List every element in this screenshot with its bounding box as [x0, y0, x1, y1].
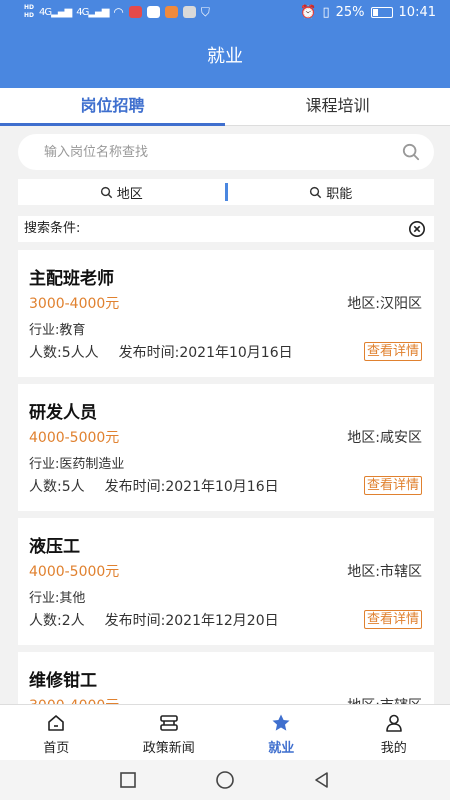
job-industry: 行业:教育 — [29, 323, 86, 338]
job-card[interactable]: 主配班老师 3000-4000元 地区:汉阳区 行业:教育 人数:5人人 发布时… — [18, 250, 434, 377]
vibrate-icon: ▯ — [322, 5, 330, 20]
job-title: 研发人员 — [29, 403, 97, 423]
app-notification-icon — [128, 6, 142, 18]
clock: 10:41 — [398, 5, 436, 20]
nav-employment-label: 就业 — [268, 741, 295, 756]
job-industry: 行业:医药制造业 — [29, 457, 125, 472]
job-posted-date: 发布时间:2021年12月20日 — [104, 613, 279, 629]
job-salary: 4000-5000元 — [29, 430, 120, 446]
search-bar — [18, 134, 434, 170]
nav-policy-news[interactable]: 政策新闻 — [113, 705, 226, 760]
job-headcount: 人数:2人 — [29, 613, 85, 629]
battery-percent: 25% — [335, 5, 365, 20]
search-conditions-label: 搜索条件: — [24, 221, 81, 236]
job-headcount: 人数:5人人 — [29, 345, 99, 361]
battery-icon — [370, 7, 393, 18]
nav-profile-label: 我的 — [380, 741, 407, 756]
job-headcount: 人数:5人 — [29, 479, 85, 495]
nav-home-label: 首页 — [43, 741, 70, 756]
search-icon — [310, 186, 322, 198]
view-details-button[interactable]: 查看详情 — [363, 476, 422, 495]
search-icon — [100, 186, 112, 198]
job-title: 主配班老师 — [29, 269, 114, 289]
job-area: 地区:市辖区 — [347, 564, 422, 580]
job-area: 地区:咸安区 — [347, 430, 422, 446]
job-title: 液压工 — [29, 537, 80, 557]
region-filter-label: 地区 — [116, 186, 143, 202]
job-posted-date: 发布时间:2021年10月16日 — [118, 345, 293, 361]
job-title: 维修钳工 — [29, 671, 97, 691]
tab-course-training[interactable]: 课程培训 — [225, 88, 450, 125]
function-filter-label: 职能 — [326, 186, 353, 202]
nav-home[interactable]: 首页 — [0, 705, 113, 760]
recent-apps-icon[interactable] — [118, 770, 138, 790]
status-bar: HD HD 4G▂▄▆ 4G▂▄▆ ◠ ⛉ ⏰ ▯ 25% 10:41 — [0, 0, 450, 28]
view-details-button[interactable]: 查看详情 — [363, 610, 422, 629]
job-posted-date: 发布时间:2021年10月16日 — [104, 479, 279, 495]
job-list: 主配班老师 3000-4000元 地区:汉阳区 行业:教育 人数:5人人 发布时… — [18, 250, 434, 704]
hd-indicator: HD HD — [24, 4, 35, 19]
job-card[interactable]: 维修钳工 3000-4000元 地区:市辖区 — [18, 652, 434, 704]
bottom-nav: 首页 政策新闻 就业 我的 — [0, 704, 450, 760]
nav-employment[interactable]: 就业 — [225, 705, 338, 760]
job-area: 地区:汉阳区 — [347, 296, 422, 312]
home-button-icon[interactable] — [215, 770, 235, 790]
shop-notification-icon — [164, 6, 178, 18]
page-title: 就业 — [0, 28, 450, 88]
signal-icon: 4G▂▄▆ — [39, 6, 72, 18]
job-salary: 3000-4000元 — [29, 296, 120, 312]
job-area: 地区:市辖区 — [347, 695, 422, 704]
nav-policy-news-label: 政策新闻 — [142, 741, 195, 756]
job-salary: 3000-4000元 — [29, 695, 119, 704]
search-icon[interactable] — [402, 143, 420, 161]
star-icon — [272, 714, 290, 731]
search-conditions: 搜索条件: — [18, 216, 434, 242]
nav-profile[interactable]: 我的 — [338, 705, 450, 760]
view-details-button[interactable]: 查看详情 — [363, 342, 422, 361]
alarm-icon: ⏰ — [300, 5, 317, 20]
back-icon[interactable] — [312, 770, 332, 790]
job-industry: 行业:其他 — [29, 591, 86, 606]
job-card[interactable]: 研发人员 4000-5000元 地区:咸安区 行业:医药制造业 人数:5人 发布… — [18, 384, 434, 511]
function-filter[interactable]: 职能 — [228, 183, 435, 202]
home-icon — [48, 715, 65, 731]
region-filter[interactable]: 地区 — [18, 183, 225, 202]
signal-icon-2: 4G▂▄▆ — [76, 6, 109, 18]
news-icon — [159, 715, 178, 731]
job-salary: 4000-5000元 — [29, 564, 120, 580]
system-nav-bar — [0, 760, 450, 800]
mail-notification-icon — [182, 6, 196, 18]
person-icon — [385, 714, 402, 732]
chat-notification-icon — [146, 6, 160, 18]
job-card[interactable]: 液压工 4000-5000元 地区:市辖区 行业:其他 人数:2人 发布时间:2… — [18, 518, 434, 645]
tab-bar: 岗位招聘 课程培训 — [0, 88, 450, 126]
wifi-icon: ◠ — [113, 5, 124, 19]
shield-icon: ⛉ — [200, 4, 210, 19]
clear-icon[interactable] — [408, 220, 426, 238]
search-input[interactable] — [44, 134, 404, 170]
tab-job-recruitment[interactable]: 岗位招聘 — [0, 88, 225, 126]
filter-bar: 地区 职能 — [18, 179, 434, 205]
